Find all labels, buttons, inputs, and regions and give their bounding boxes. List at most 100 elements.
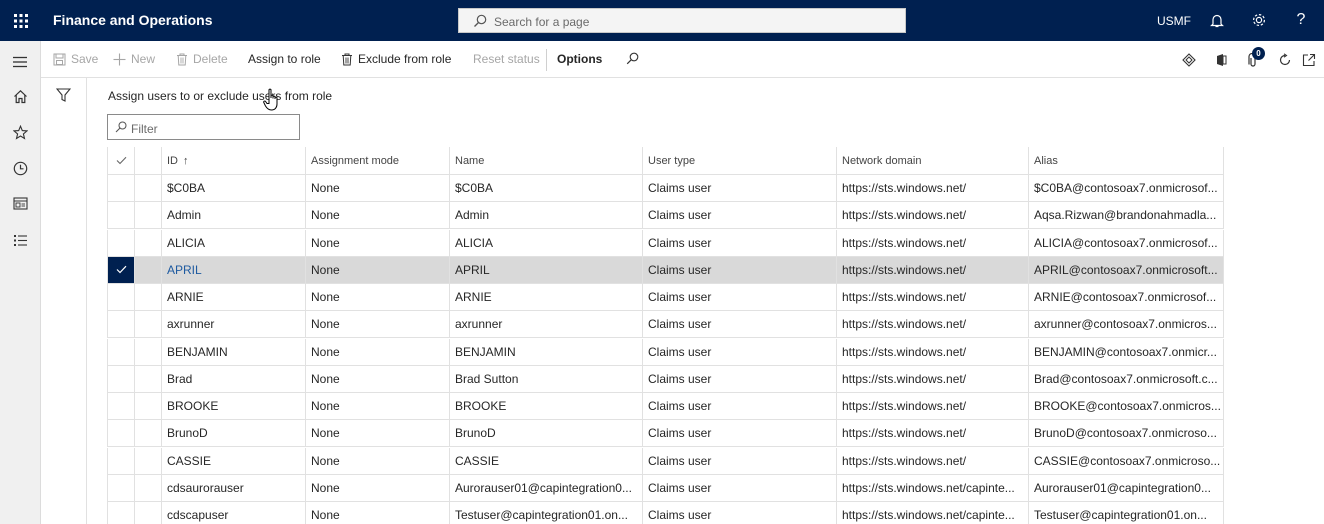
cell-user-type[interactable]: Claims user [642, 447, 836, 474]
table-row[interactable]: Brad None Brad Sutton Claims user https://st… [107, 365, 1224, 393]
row-marker[interactable] [134, 256, 161, 283]
cell-alias[interactable]: BENJAMIN@contosoax7.onmicr... [1028, 338, 1224, 365]
cell-user-type[interactable]: Claims user [642, 175, 836, 201]
cell-assignment-mode[interactable]: None [305, 447, 449, 474]
delete-button[interactable]: Delete [176, 52, 228, 66]
row-marker[interactable] [134, 393, 161, 419]
row-marker[interactable] [134, 175, 161, 201]
table-row[interactable]: axrunner None axrunner Claims user https://s… [107, 311, 1224, 339]
options-tab[interactable]: Options [557, 52, 602, 66]
row-marker[interactable] [134, 447, 161, 474]
cell-user-type[interactable]: Claims user [642, 474, 836, 501]
table-row[interactable]: ARNIE None ARNIE Claims user https://sts.win… [107, 284, 1224, 311]
cell-network-domain[interactable]: https://sts.windows.net/ [836, 365, 1028, 392]
cell-name[interactable]: axrunner [449, 311, 642, 338]
open-in-new-window-button[interactable] [1300, 51, 1318, 69]
cell-assignment-mode[interactable]: None [305, 311, 449, 338]
row-marker[interactable] [134, 338, 161, 365]
row-select-checkbox[interactable] [107, 365, 134, 392]
cell-name[interactable]: BrunoD [449, 420, 642, 447]
cell-name[interactable]: BROOKE [449, 393, 642, 419]
nav-home[interactable] [11, 87, 29, 105]
nav-favorites[interactable] [11, 123, 29, 141]
row-marker[interactable] [134, 420, 161, 447]
grid-filter-input[interactable]: Filter [107, 114, 300, 140]
column-header-name[interactable]: Name [449, 147, 642, 174]
row-marker[interactable] [134, 365, 161, 392]
cell-assignment-mode[interactable]: None [305, 502, 449, 524]
column-header-network-domain[interactable]: Network domain [836, 147, 1028, 174]
help-button[interactable]: ? [1291, 10, 1311, 30]
cell-user-type[interactable]: Claims user [642, 338, 836, 365]
cell-assignment-mode[interactable]: None [305, 256, 449, 283]
cell-alias[interactable]: BrunoD@contosoax7.onmicroso... [1028, 420, 1224, 447]
cell-name[interactable]: ALICIA [449, 229, 642, 256]
row-select-checkbox[interactable] [107, 284, 134, 310]
cell-user-type[interactable]: Claims user [642, 256, 836, 283]
row-marker[interactable] [134, 202, 161, 229]
cell-user-type[interactable]: Claims user [642, 502, 836, 524]
cell-user-type[interactable]: Claims user [642, 420, 836, 447]
select-all-checkbox[interactable] [107, 147, 134, 174]
row-select-checkbox[interactable] [107, 256, 134, 283]
nav-modules[interactable] [11, 231, 29, 249]
cell-name[interactable]: $C0BA [449, 175, 642, 201]
cell-id[interactable]: ARNIE [161, 284, 305, 310]
cell-alias[interactable]: Testuser@capintegration01.on... [1028, 502, 1224, 524]
cell-alias[interactable]: Aurorauser01@capintegration0... [1028, 474, 1224, 501]
office-button[interactable] [1212, 51, 1230, 69]
cell-alias[interactable]: ARNIE@contosoax7.onmicrosof... [1028, 284, 1224, 310]
cell-alias[interactable]: Aqsa.Rizwan@brandonahmadla... [1028, 202, 1224, 229]
cell-network-domain[interactable]: https://sts.windows.net/ [836, 229, 1028, 256]
row-marker[interactable] [134, 311, 161, 338]
cell-id[interactable]: Admin [161, 202, 305, 229]
cell-network-domain[interactable]: https://sts.windows.net/ [836, 447, 1028, 474]
table-row[interactable]: Admin None Admin Claims user https://sts.win… [107, 202, 1224, 230]
save-button[interactable]: Save [53, 52, 98, 66]
row-marker[interactable] [134, 229, 161, 256]
table-row[interactable]: cdscapuser None Testuser@capintegration01.… [107, 502, 1224, 524]
notifications-button[interactable] [1207, 10, 1227, 30]
cell-network-domain[interactable]: https://sts.windows.net/ [836, 284, 1028, 310]
cell-name[interactable]: Admin [449, 202, 642, 229]
cell-id[interactable]: ALICIA [161, 229, 305, 256]
company-picker[interactable]: USMF [1157, 14, 1191, 28]
cell-assignment-mode[interactable]: None [305, 420, 449, 447]
nav-recent[interactable] [11, 159, 29, 177]
cell-assignment-mode[interactable]: None [305, 338, 449, 365]
cell-assignment-mode[interactable]: None [305, 175, 449, 201]
row-select-checkbox[interactable] [107, 311, 134, 338]
cell-assignment-mode[interactable]: None [305, 229, 449, 256]
cell-assignment-mode[interactable]: None [305, 365, 449, 392]
nav-workspaces[interactable] [11, 194, 29, 212]
table-row[interactable]: cdsaurorauser None Aurorauser01@capintegra… [107, 474, 1224, 502]
cell-alias[interactable]: Brad@contosoax7.onmicrosoft.c... [1028, 365, 1224, 392]
cell-network-domain[interactable]: https://sts.windows.net/ [836, 256, 1028, 283]
table-row[interactable]: ALICIA None ALICIA Claims user https://sts.w… [107, 229, 1224, 257]
assign-to-role-button[interactable]: Assign to role [248, 52, 321, 66]
cell-user-type[interactable]: Claims user [642, 284, 836, 310]
cell-id[interactable]: CASSIE [161, 447, 305, 474]
cell-user-type[interactable]: Claims user [642, 311, 836, 338]
table-row[interactable]: BROOKE None BROOKE Claims user https://sts.w… [107, 393, 1224, 420]
refresh-button[interactable] [1276, 51, 1294, 69]
cell-alias[interactable]: APRIL@contosoax7.onmicrosoft... [1028, 256, 1224, 283]
expand-navigation-button[interactable] [11, 53, 29, 71]
cell-name[interactable]: Testuser@capintegration01.on... [449, 502, 642, 524]
row-select-checkbox[interactable] [107, 447, 134, 474]
cell-alias[interactable]: axrunner@contosoax7.onmicros... [1028, 311, 1224, 338]
filter-icon[interactable] [56, 88, 71, 102]
cell-alias[interactable]: ALICIA@contosoax7.onmicrosof... [1028, 229, 1224, 256]
app-title[interactable]: Finance and Operations [53, 12, 212, 28]
cell-name[interactable]: Aurorauser01@capintegration0... [449, 474, 642, 501]
row-select-checkbox[interactable] [107, 175, 134, 201]
cell-assignment-mode[interactable]: None [305, 393, 449, 419]
cell-id[interactable]: Brad [161, 365, 305, 392]
cell-id[interactable]: APRIL [161, 256, 305, 283]
cell-network-domain[interactable]: https://sts.windows.net/ [836, 393, 1028, 419]
reset-status-button[interactable]: Reset status [473, 52, 540, 66]
cell-name[interactable]: Brad Sutton [449, 365, 642, 392]
cell-name[interactable]: BENJAMIN [449, 338, 642, 365]
table-row[interactable]: APRIL None APRIL Claims user https://sts.win… [107, 256, 1224, 284]
cell-assignment-mode[interactable]: None [305, 202, 449, 229]
